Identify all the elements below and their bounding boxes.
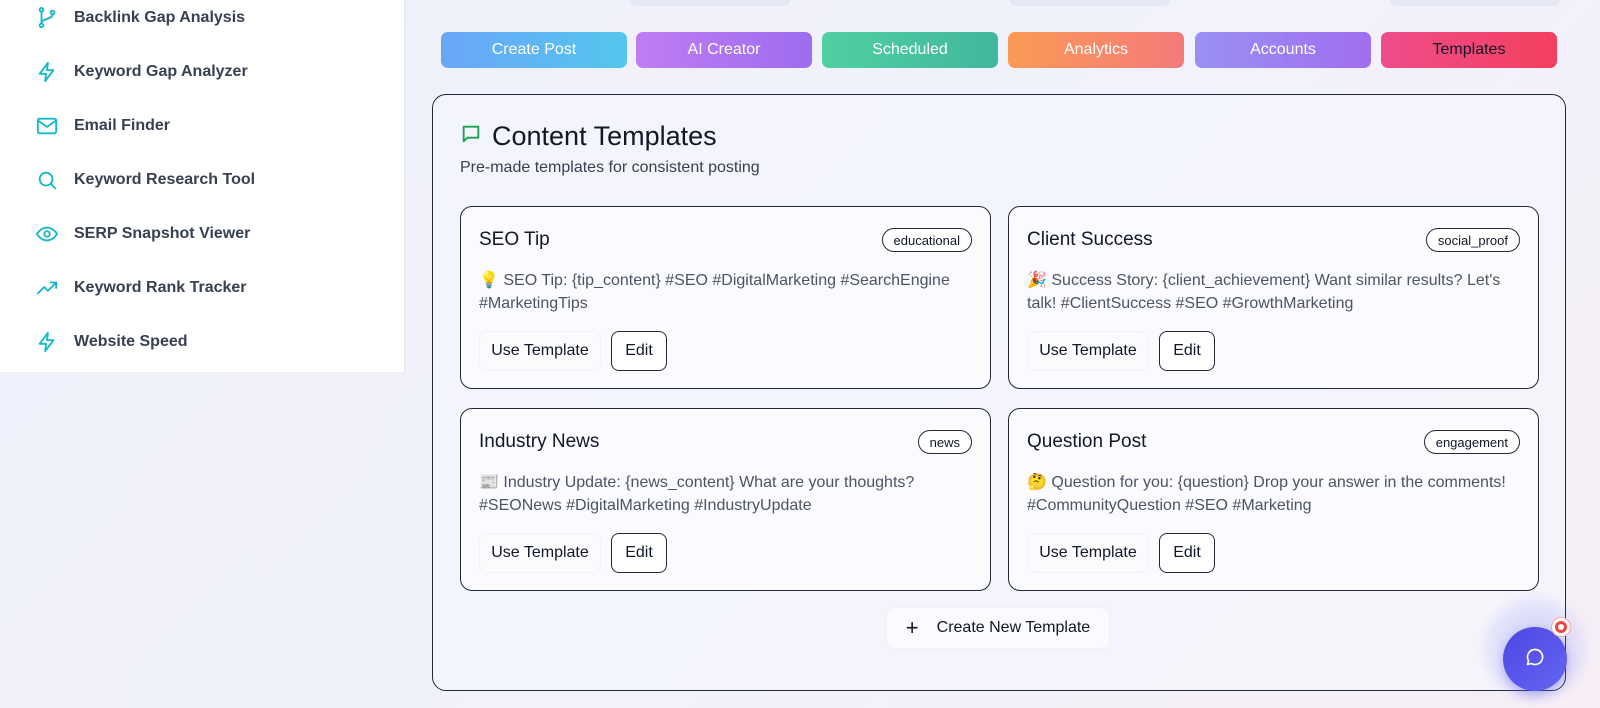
sidebar-item-label: Keyword Rank Tracker bbox=[74, 279, 247, 296]
chat-launcher-button[interactable] bbox=[1503, 627, 1567, 691]
tab-templates[interactable]: Templates bbox=[1381, 32, 1557, 68]
page-subtitle: Pre-made templates for consistent postin… bbox=[460, 159, 760, 176]
edit-template-button[interactable]: Edit bbox=[1159, 331, 1215, 371]
chat-bubble-icon bbox=[1525, 647, 1545, 672]
template-body: 💡 SEO Tip: {tip_content} #SEO #DigitalMa… bbox=[479, 272, 950, 312]
template-body: 🎉 Success Story: {client_achievement} Wa… bbox=[1027, 272, 1501, 312]
content-templates-panel: Content Templates Pre-made templates for… bbox=[432, 94, 1566, 691]
template-name: Client Success bbox=[1027, 229, 1153, 250]
sidebar-item-label: Website Speed bbox=[74, 333, 188, 350]
use-template-button[interactable]: Use Template bbox=[1027, 331, 1149, 371]
sidebar-item-website-speed[interactable]: Website Speed bbox=[36, 322, 188, 362]
template-card-question-post: Question Post engagement 🤔 Question for … bbox=[1008, 408, 1539, 591]
sidebar: Backlink Gap Analysis Keyword Gap Analyz… bbox=[0, 0, 405, 373]
top-card-remnant bbox=[1390, 0, 1560, 6]
sidebar-item-label: Email Finder bbox=[74, 117, 171, 134]
sidebar-item-keyword-rank-tracker[interactable]: Keyword Rank Tracker bbox=[36, 268, 247, 308]
edit-template-button[interactable]: Edit bbox=[611, 533, 667, 573]
top-card-remnant bbox=[630, 0, 790, 6]
message-square-icon bbox=[460, 123, 482, 150]
edit-template-button[interactable]: Edit bbox=[1159, 533, 1215, 573]
lightning-icon bbox=[36, 331, 58, 353]
lightning-icon bbox=[36, 61, 58, 83]
create-new-template-button[interactable]: + Create New Template bbox=[886, 607, 1110, 649]
create-new-template-label: Create New Template bbox=[936, 619, 1091, 636]
sidebar-item-label: Backlink Gap Analysis bbox=[74, 9, 246, 26]
plus-icon: + bbox=[905, 615, 919, 640]
tab-create-post[interactable]: Create Post bbox=[441, 32, 627, 68]
template-name: Question Post bbox=[1027, 431, 1147, 452]
sidebar-item-keyword-gap-analyzer[interactable]: Keyword Gap Analyzer bbox=[36, 52, 248, 92]
notification-dot bbox=[1552, 618, 1570, 636]
template-name: Industry News bbox=[479, 431, 600, 452]
template-tag-badge: social_proof bbox=[1425, 228, 1520, 252]
template-card-seo-tip: SEO Tip educational 💡 SEO Tip: {tip_cont… bbox=[460, 206, 991, 389]
use-template-button[interactable]: Use Template bbox=[479, 533, 601, 573]
page-title: Content Templates bbox=[492, 121, 717, 151]
panel-header: Content Templates bbox=[460, 121, 717, 152]
tab-ai-creator[interactable]: AI Creator bbox=[636, 32, 812, 68]
eye-icon bbox=[36, 223, 58, 245]
sidebar-item-label: SERP Snapshot Viewer bbox=[74, 225, 251, 242]
template-name: SEO Tip bbox=[479, 229, 550, 250]
mail-icon bbox=[36, 115, 58, 137]
template-body: 📰 Industry Update: {news_content} What a… bbox=[479, 474, 915, 514]
tab-scheduled[interactable]: Scheduled bbox=[822, 32, 998, 68]
use-template-button[interactable]: Use Template bbox=[1027, 533, 1149, 573]
sidebar-item-label: Keyword Gap Analyzer bbox=[74, 63, 248, 80]
git-branch-icon bbox=[36, 7, 58, 29]
template-card-industry-news: Industry News news 📰 Industry Update: {n… bbox=[460, 408, 991, 591]
template-tag-badge: engagement bbox=[1423, 430, 1520, 454]
sidebar-item-serp-snapshot-viewer[interactable]: SERP Snapshot Viewer bbox=[36, 214, 250, 254]
template-card-client-success: Client Success social_proof 🎉 Success St… bbox=[1008, 206, 1539, 389]
sidebar-item-keyword-research-tool[interactable]: Keyword Research Tool bbox=[36, 160, 255, 200]
sidebar-item-backlink-gap-analysis[interactable]: Backlink Gap Analysis bbox=[36, 0, 245, 38]
trending-up-icon bbox=[36, 277, 58, 299]
tab-analytics[interactable]: Analytics bbox=[1008, 32, 1184, 68]
template-tag-badge: news bbox=[917, 430, 972, 454]
sidebar-item-email-finder[interactable]: Email Finder bbox=[36, 106, 170, 146]
use-template-button[interactable]: Use Template bbox=[479, 331, 601, 371]
search-icon bbox=[36, 169, 58, 191]
sidebar-item-label: Keyword Research Tool bbox=[74, 171, 256, 188]
template-body: 🤔 Question for you: {question} Drop your… bbox=[1027, 474, 1506, 514]
tab-accounts[interactable]: Accounts bbox=[1195, 32, 1371, 68]
edit-template-button[interactable]: Edit bbox=[611, 331, 667, 371]
top-card-remnant bbox=[1010, 0, 1170, 6]
template-tag-badge: educational bbox=[881, 228, 972, 252]
